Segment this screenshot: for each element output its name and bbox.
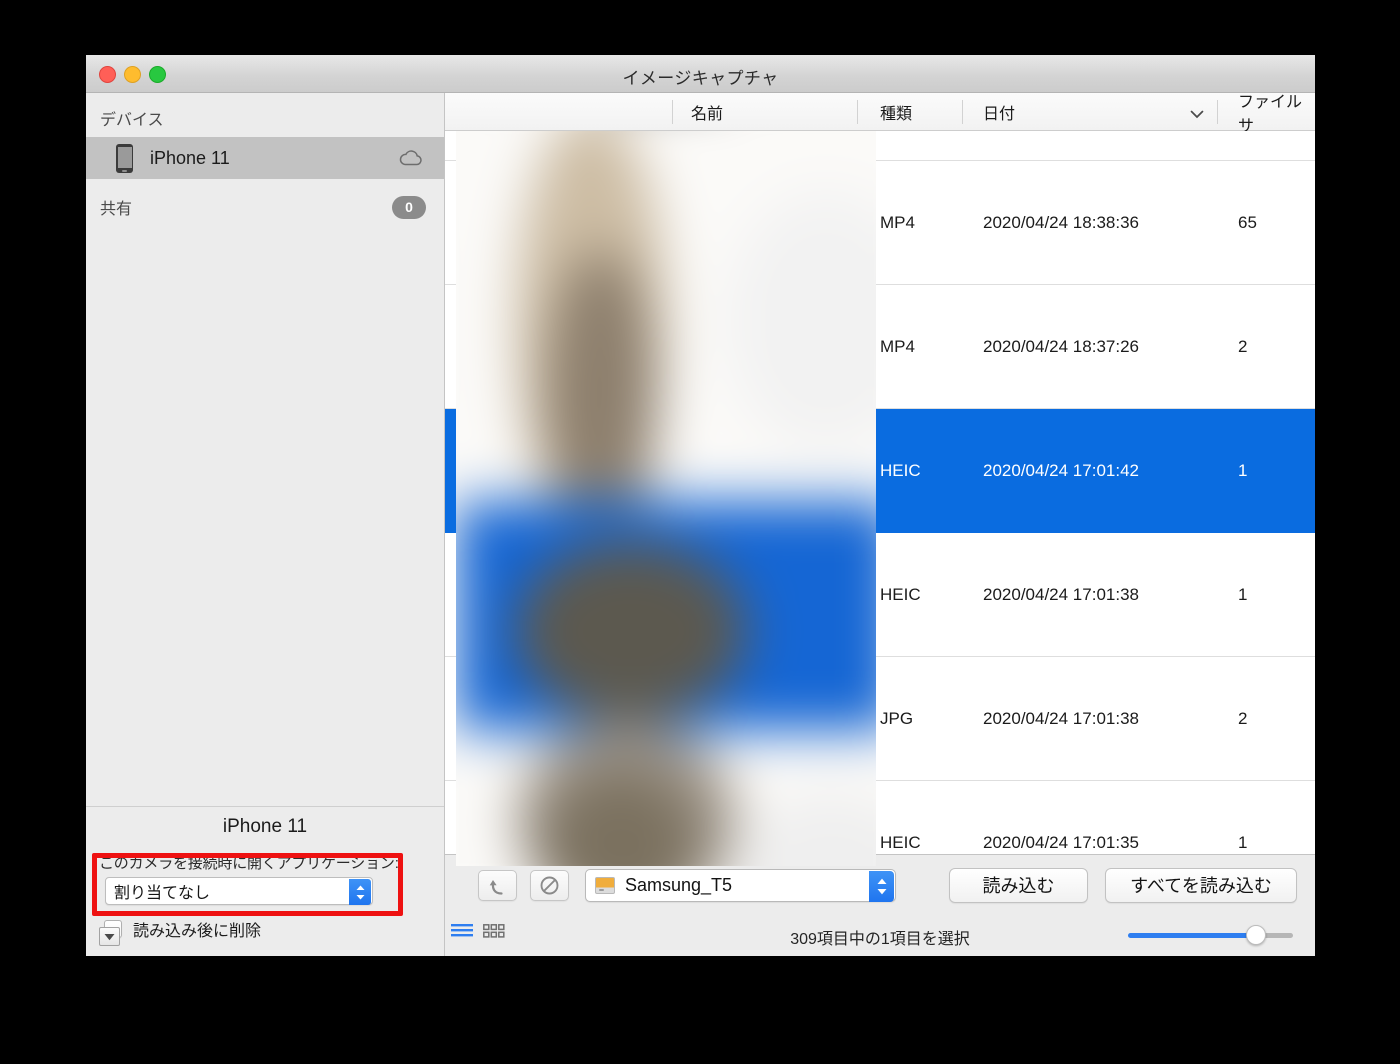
screenshot-root: イメージキャプチャ デバイス iPhone 11 共有 0 iPhone 11 …: [0, 0, 1400, 1064]
shared-count-badge: 0: [392, 195, 426, 219]
open-app-label: このカメラを接続時に開くアプリケーション:: [99, 855, 399, 872]
table-row[interactable]: [445, 131, 1315, 161]
file-list-pane: 名前 種類 日付 ファイルサ MP4 2020/04/24 18:38:36 6…: [445, 93, 1315, 956]
sidebar-header-devices: デバイス: [100, 112, 164, 129]
thumbnail-size-slider[interactable]: [1128, 925, 1293, 945]
table-row[interactable]: JPG 2020/04/24 17:01:38 2: [445, 657, 1315, 781]
cell-date: 2020/04/24 18:37:26: [983, 336, 1139, 356]
table-body[interactable]: MP4 2020/04/24 18:38:36 65 MP4 2020/04/2…: [445, 131, 1315, 918]
delete-after-import-row[interactable]: 読み込み後に削除: [104, 917, 261, 941]
cell-kind: HEIC: [880, 832, 921, 852]
no-entry-icon: [540, 876, 559, 894]
import-destination-value: Samsung_T5: [625, 874, 733, 895]
disclosure-triangle-button[interactable]: [99, 927, 120, 946]
table-row[interactable]: HEIC 2020/04/24 17:01:38 1: [445, 533, 1315, 657]
table-header: 名前 種類 日付 ファイルサ: [445, 93, 1315, 135]
destination-stepper-arrows[interactable]: [869, 870, 894, 902]
sidebar-shared-label: 共有: [100, 201, 133, 218]
rotate-left-button[interactable]: [478, 869, 517, 901]
cell-date: 2020/04/24 17:01:35: [983, 832, 1139, 852]
cell-filesize: 1: [1238, 584, 1248, 604]
column-header-name[interactable]: 名前: [673, 93, 858, 131]
image-capture-window: イメージキャプチャ デバイス iPhone 11 共有 0 iPhone 11 …: [86, 55, 1315, 956]
open-app-value: 割り当てなし: [114, 885, 211, 902]
toolbar-status-row: 309項目中の1項目を選択: [445, 914, 1315, 956]
cell-date: 2020/04/24 17:01:38: [983, 708, 1139, 728]
popup-stepper-arrows[interactable]: [349, 879, 371, 905]
column-header-name-label: 名前: [691, 105, 724, 123]
window-title: イメージキャプチャ: [622, 69, 779, 88]
sidebar: デバイス iPhone 11 共有 0 iPhone 11 このカメラを接続時に…: [86, 93, 445, 956]
sidebar-item-shared[interactable]: 共有 0: [86, 187, 444, 227]
column-header-filesize-label: ファイルサ: [1238, 93, 1303, 135]
cell-filesize: 2: [1238, 336, 1248, 356]
bottom-toolbar: Samsung_T5 読み込む すべてを読み込む 309項目中の1項目を選択: [445, 854, 1315, 956]
cell-kind: MP4: [880, 212, 915, 232]
column-header-kind-label: 種類: [880, 105, 913, 123]
chevron-down-icon: [1190, 106, 1204, 124]
device-settings-title: iPhone 11: [222, 816, 308, 837]
slider-track-filled: [1128, 933, 1255, 938]
sidebar-item-iphone-11[interactable]: iPhone 11: [86, 137, 444, 179]
column-header-filesize[interactable]: ファイルサ: [1218, 93, 1315, 135]
iphone-icon: [116, 143, 133, 173]
table-row[interactable]: MP4 2020/04/24 18:37:26 2: [445, 285, 1315, 409]
device-settings-panel: iPhone 11 このカメラを接続時に開くアプリケーション: 割り当てなし 読…: [86, 806, 444, 956]
cell-date: 2020/04/24 18:38:36: [983, 212, 1139, 232]
cell-date: 2020/04/24 17:01:42: [983, 460, 1139, 480]
import-destination-popup-button[interactable]: Samsung_T5: [585, 868, 896, 902]
table-row[interactable]: MP4 2020/04/24 18:38:36 65: [445, 161, 1315, 285]
delete-button[interactable]: [530, 869, 569, 901]
open-app-popup-button[interactable]: 割り当てなし: [105, 877, 373, 905]
import-button[interactable]: 読み込む: [949, 867, 1088, 903]
window-titlebar: イメージキャプチャ: [86, 55, 1315, 93]
cell-filesize: 1: [1238, 460, 1248, 480]
delete-after-import-label: 読み込み後に削除: [133, 923, 262, 940]
slider-knob[interactable]: [1246, 925, 1266, 945]
toolbar-primary-row: Samsung_T5 読み込む すべてを読み込む: [445, 855, 1315, 915]
import-all-button[interactable]: すべてを読み込む: [1105, 867, 1297, 903]
cell-kind: JPG: [880, 708, 914, 728]
sidebar-item-label: iPhone 11: [150, 147, 230, 168]
column-header-kind[interactable]: 種類: [858, 93, 963, 131]
external-drive-icon: [595, 876, 615, 894]
column-header-date[interactable]: 日付: [963, 93, 1218, 131]
cell-filesize: 2: [1238, 708, 1248, 728]
cell-kind: HEIC: [880, 584, 921, 604]
cell-kind: MP4: [880, 336, 915, 356]
table-row-selected[interactable]: HEIC 2020/04/24 17:01:42 1: [445, 409, 1315, 533]
cell-filesize: 65: [1238, 212, 1257, 232]
column-header-thumbnail[interactable]: [445, 93, 673, 131]
triangle-down-icon: [104, 933, 115, 940]
cell-kind: HEIC: [880, 460, 921, 480]
cell-date: 2020/04/24 17:01:38: [983, 584, 1139, 604]
column-header-date-label: 日付: [983, 105, 1016, 123]
rotate-left-icon: [489, 879, 503, 895]
cell-filesize: 1: [1238, 832, 1248, 852]
cloud-icon: [399, 150, 422, 166]
